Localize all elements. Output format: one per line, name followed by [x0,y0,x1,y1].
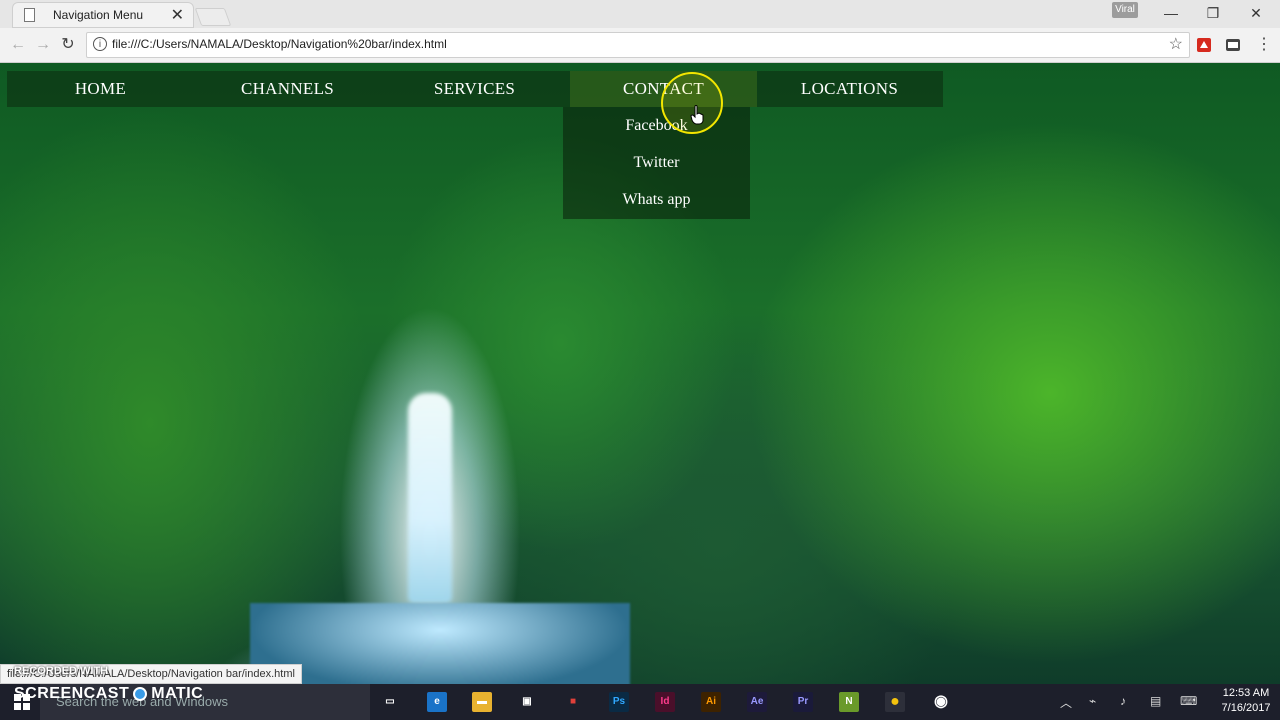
menu-kebab-icon[interactable]: ⋮ [1254,35,1274,55]
tab-title: Navigation Menu [53,8,144,22]
windows-taskbar: Search the web and Windows SCREENCAST MAT… [0,684,1280,720]
dropdown-item-twitter[interactable]: Twitter [563,144,750,181]
volume-icon[interactable]: ♪ [1120,694,1126,708]
page-icon [24,8,35,22]
pdf-extension-icon[interactable] [1196,37,1212,53]
taskbar-clock[interactable]: 12:53 AM 7/16/2017 [1218,686,1274,716]
after-effects-icon[interactable]: Ae [747,692,767,712]
nav-item-locations[interactable]: LOCATIONS [756,71,943,107]
edge-icon[interactable]: e [427,692,447,712]
task-view-icon[interactable]: ▭ [380,692,400,712]
extension-icon[interactable] [1225,37,1241,53]
premiere-icon[interactable]: Pr [793,692,813,712]
notepad-plus-icon[interactable]: N [839,692,859,712]
screencast-logo-icon [133,686,148,701]
navigation-bar: HOME CHANNELS SERVICES CONTACT LOCATIONS [7,71,943,107]
browser-toolbar: ← → ↻ i file:///C:/Users/NAMALA/Desktop/… [0,28,1280,63]
new-tab-button[interactable] [194,8,232,26]
illustrator-icon[interactable]: Ai [701,692,721,712]
file-explorer-icon[interactable]: ▬ [472,692,492,712]
close-window-icon[interactable]: ✕ [1244,4,1268,22]
recorded-with-label: RECORDED WITH [14,665,109,677]
store-icon[interactable]: ▣ [517,692,537,712]
dropdown-item-whatsapp[interactable]: Whats app [563,181,750,218]
info-icon[interactable]: i [93,37,107,51]
minimize-icon[interactable]: — [1159,4,1183,22]
user-profile-badge[interactable]: Viral [1112,2,1138,18]
back-icon[interactable]: ← [8,35,28,55]
hand-cursor-icon [690,105,704,125]
waterfall-background [408,393,452,603]
address-url[interactable]: file:///C:/Users/NAMALA/Desktop/Navigati… [112,37,447,51]
restore-icon[interactable]: ❐ [1201,4,1225,22]
clock-time: 12:53 AM [1222,687,1270,699]
indesign-icon[interactable]: Id [655,692,675,712]
bookmark-star-icon[interactable]: ☆ [1169,34,1183,54]
reload-icon[interactable]: ↻ [58,35,78,55]
photoshop-icon[interactable]: Ps [609,692,629,712]
browser-tab[interactable]: Navigation Menu ✕ [12,2,194,28]
notifications-icon[interactable]: ▤ [1150,694,1161,708]
screencast-word-left: SCREENCAST [14,685,130,702]
clock-date: 7/16/2017 [1221,702,1271,714]
screencast-word-right: MATIC [151,685,204,702]
nav-item-home[interactable]: HOME [7,71,194,107]
browser-titlebar: Navigation Menu ✕ Viral — ❐ ✕ [0,0,1280,28]
nav-item-services[interactable]: SERVICES [381,71,568,107]
network-icon[interactable]: ⌁ [1089,694,1096,708]
screencast-app-icon[interactable]: ◉ [931,692,951,712]
tray-chevron-up-icon[interactable]: ︿ [1060,694,1072,711]
keyboard-icon[interactable]: ⌨ [1180,694,1197,708]
windows-tiles-icon[interactable]: ■ [563,692,583,712]
dropdown-item-facebook[interactable]: Facebook [563,107,750,144]
contact-dropdown-menu: Facebook Twitter Whats app [563,107,750,219]
address-bar[interactable]: i file:///C:/Users/NAMALA/Desktop/Naviga… [86,32,1190,58]
screencast-watermark: SCREENCAST MATIC [14,684,203,704]
page-viewport: HOME CHANNELS SERVICES CONTACT LOCATIONS… [0,63,1280,684]
close-tab-icon[interactable]: ✕ [171,5,184,25]
forward-icon[interactable]: → [33,35,53,55]
chrome-icon[interactable]: ● [885,692,905,712]
nav-item-channels[interactable]: CHANNELS [194,71,381,107]
pool-background [250,603,630,684]
